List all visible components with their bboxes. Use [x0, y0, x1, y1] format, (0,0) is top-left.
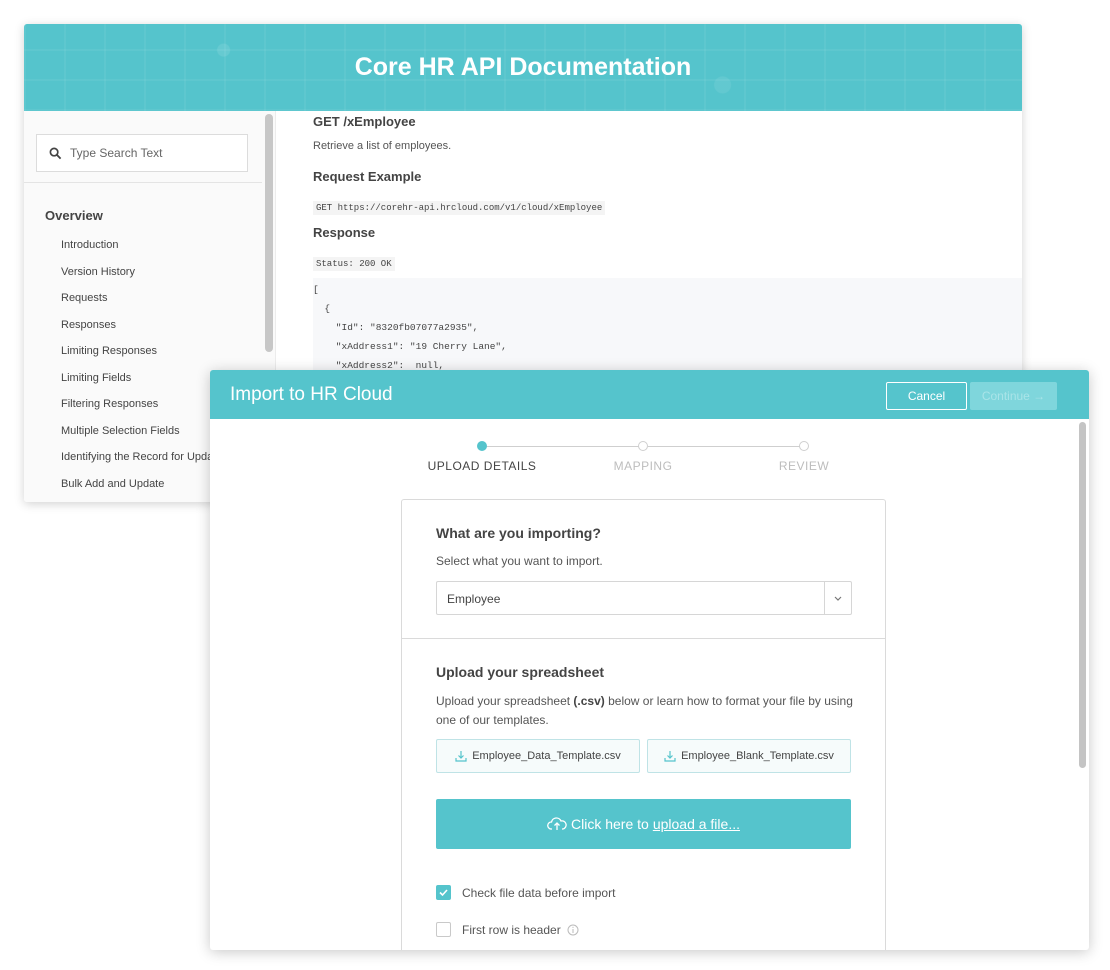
template-2-label: Employee_Blank_Template.csv: [681, 750, 834, 762]
step-connector: [648, 446, 804, 447]
chevron-down-icon[interactable]: [831, 591, 845, 605]
sidebar-nav: Introduction Version History Requests Re…: [61, 239, 213, 502]
status-code: Status: 200 OK: [313, 257, 395, 271]
response-heading: Response: [313, 225, 376, 240]
sidebar-section-overview[interactable]: Overview: [45, 208, 103, 223]
json-line: "Id": "8320fb07077a2935",: [313, 322, 479, 333]
download-icon: [455, 751, 467, 762]
import-subtext: Select what you want to import.: [436, 554, 603, 568]
sidebar-item-introduction[interactable]: Introduction: [61, 239, 213, 266]
search-box[interactable]: [36, 134, 248, 172]
upload-link[interactable]: upload a file...: [653, 816, 740, 832]
cloud-upload-icon: [547, 817, 567, 830]
check-data-row[interactable]: Check file data before import: [436, 885, 615, 900]
sidebar-item-filtering-responses[interactable]: Filtering Responses: [61, 398, 213, 425]
modal-header: Import to HR Cloud Cancel Continue →: [210, 370, 1089, 419]
import-type-value: Employee: [447, 592, 501, 606]
step-dot-mapping: [638, 441, 648, 451]
json-line: "xAddress1": "19 Cherry Lane",: [313, 341, 507, 352]
sidebar-item-responses[interactable]: Responses: [61, 319, 213, 346]
stepper: UPLOAD DETAILS MAPPING REVIEW: [210, 419, 1089, 489]
modal-title: Import to HR Cloud: [230, 384, 393, 405]
json-line: {: [313, 303, 331, 314]
check-data-label: Check file data before import: [462, 885, 616, 900]
select-separator: [824, 582, 825, 614]
upload-prefix: Click here to: [571, 816, 649, 832]
request-example-heading: Request Example: [313, 169, 422, 184]
info-icon[interactable]: [567, 924, 579, 936]
step-dot-review: [799, 441, 809, 451]
docs-title: Core HR API Documentation: [354, 53, 692, 81]
upload-description: Upload your spreadsheet (.csv) below or …: [436, 692, 856, 730]
sidebar-item-limiting-responses[interactable]: Limiting Responses: [61, 345, 213, 372]
import-form-card: What are you importing? Select what you …: [401, 499, 886, 950]
import-type-select[interactable]: Employee: [436, 581, 852, 615]
header-row-row[interactable]: First row is header: [436, 922, 579, 937]
step-dot-upload-details: [477, 441, 487, 451]
sidebar-scrollbar[interactable]: [265, 114, 273, 352]
check-data-checkbox[interactable]: [436, 885, 451, 900]
section-divider: [402, 638, 885, 639]
sidebar-item-multiple-selection-fields[interactable]: Multiple Selection Fields: [61, 425, 213, 452]
upload-desc-text: Upload your spreadsheet: [436, 694, 574, 708]
cancel-button[interactable]: Cancel: [886, 382, 967, 410]
header-row-label: First row is header: [462, 922, 561, 937]
upload-file-button[interactable]: Click here to upload a file...: [436, 799, 851, 849]
download-icon: [664, 751, 676, 762]
import-question: What are you importing?: [436, 525, 601, 541]
search-input[interactable]: [70, 146, 230, 160]
upload-title: Upload your spreadsheet: [436, 664, 605, 680]
docs-header: Core HR API Documentation: [24, 24, 1022, 111]
sidebar-item-requests[interactable]: Requests: [61, 292, 213, 319]
header-row-checkbox[interactable]: [436, 922, 451, 937]
continue-button[interactable]: Continue →: [970, 382, 1057, 410]
step-review: REVIEW: [778, 459, 830, 473]
employee-blank-template-button[interactable]: Employee_Blank_Template.csv: [647, 739, 851, 773]
template-1-label: Employee_Data_Template.csv: [472, 750, 621, 762]
step-upload-details: UPLOAD DETAILS: [427, 459, 537, 473]
checkmark-icon: [439, 889, 448, 897]
step-mapping: MAPPING: [613, 459, 673, 473]
search-icon: [49, 147, 62, 159]
sidebar-item-bulk-add-update[interactable]: Bulk Add and Update: [61, 478, 213, 503]
upload-desc-format: (.csv): [573, 694, 605, 708]
employee-data-template-button[interactable]: Employee_Data_Template.csv: [436, 739, 640, 773]
endpoint-heading: GET /xEmployee: [313, 114, 416, 129]
import-modal: Import to HR Cloud Cancel Continue → UPL…: [210, 370, 1089, 950]
step-connector: [486, 446, 641, 447]
sidebar-item-limiting-fields[interactable]: Limiting Fields: [61, 372, 213, 399]
request-code: GET https://corehr-api.hrcloud.com/v1/cl…: [313, 201, 606, 215]
endpoint-description: Retrieve a list of employees.: [313, 140, 452, 152]
sidebar-item-version-history[interactable]: Version History: [61, 266, 213, 293]
sidebar-divider: [24, 182, 262, 183]
json-line: [: [313, 284, 319, 295]
sidebar-item-identifying-record[interactable]: Identifying the Record for Upda: [61, 451, 213, 478]
